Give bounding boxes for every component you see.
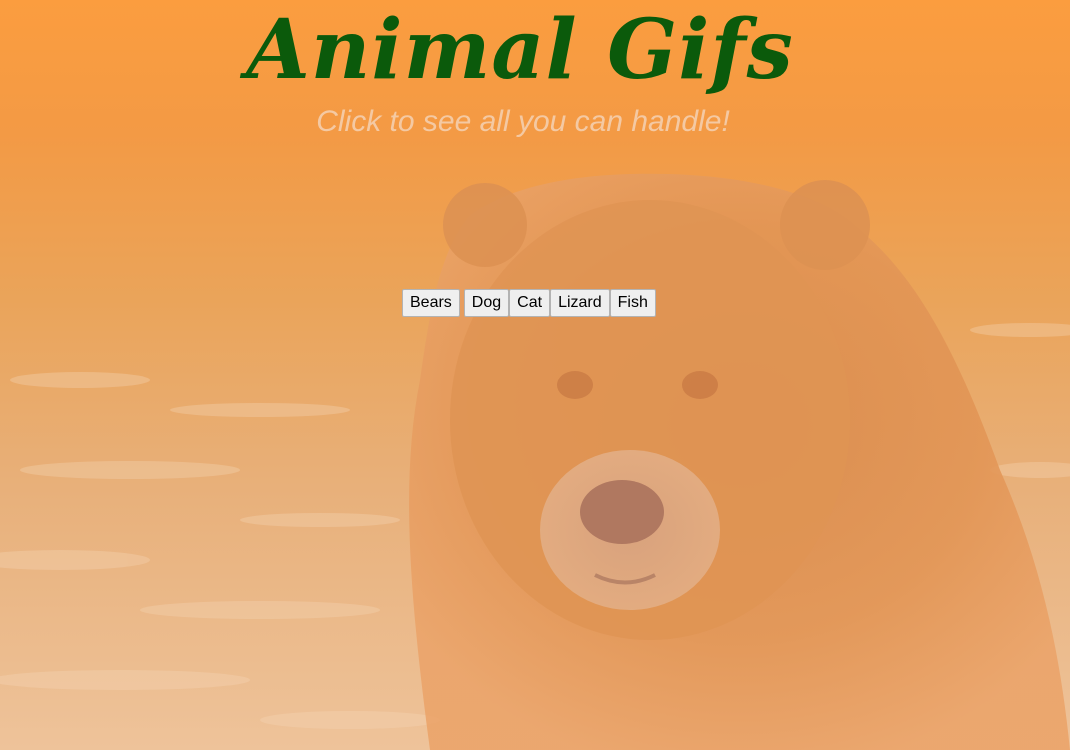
dog-button[interactable]: Dog	[463, 289, 510, 317]
page-subtitle: Click to see all you can handle!	[316, 105, 730, 138]
bears-button[interactable]: Bears	[402, 289, 460, 317]
cat-button[interactable]: Cat	[509, 289, 551, 317]
lizard-button[interactable]: Lizard	[550, 289, 610, 317]
fish-button[interactable]: Fish	[609, 289, 656, 317]
page-title: Animal Gifs	[246, 2, 794, 98]
animal-button-group: Bears Dog Cat Lizard Fish	[402, 289, 656, 317]
